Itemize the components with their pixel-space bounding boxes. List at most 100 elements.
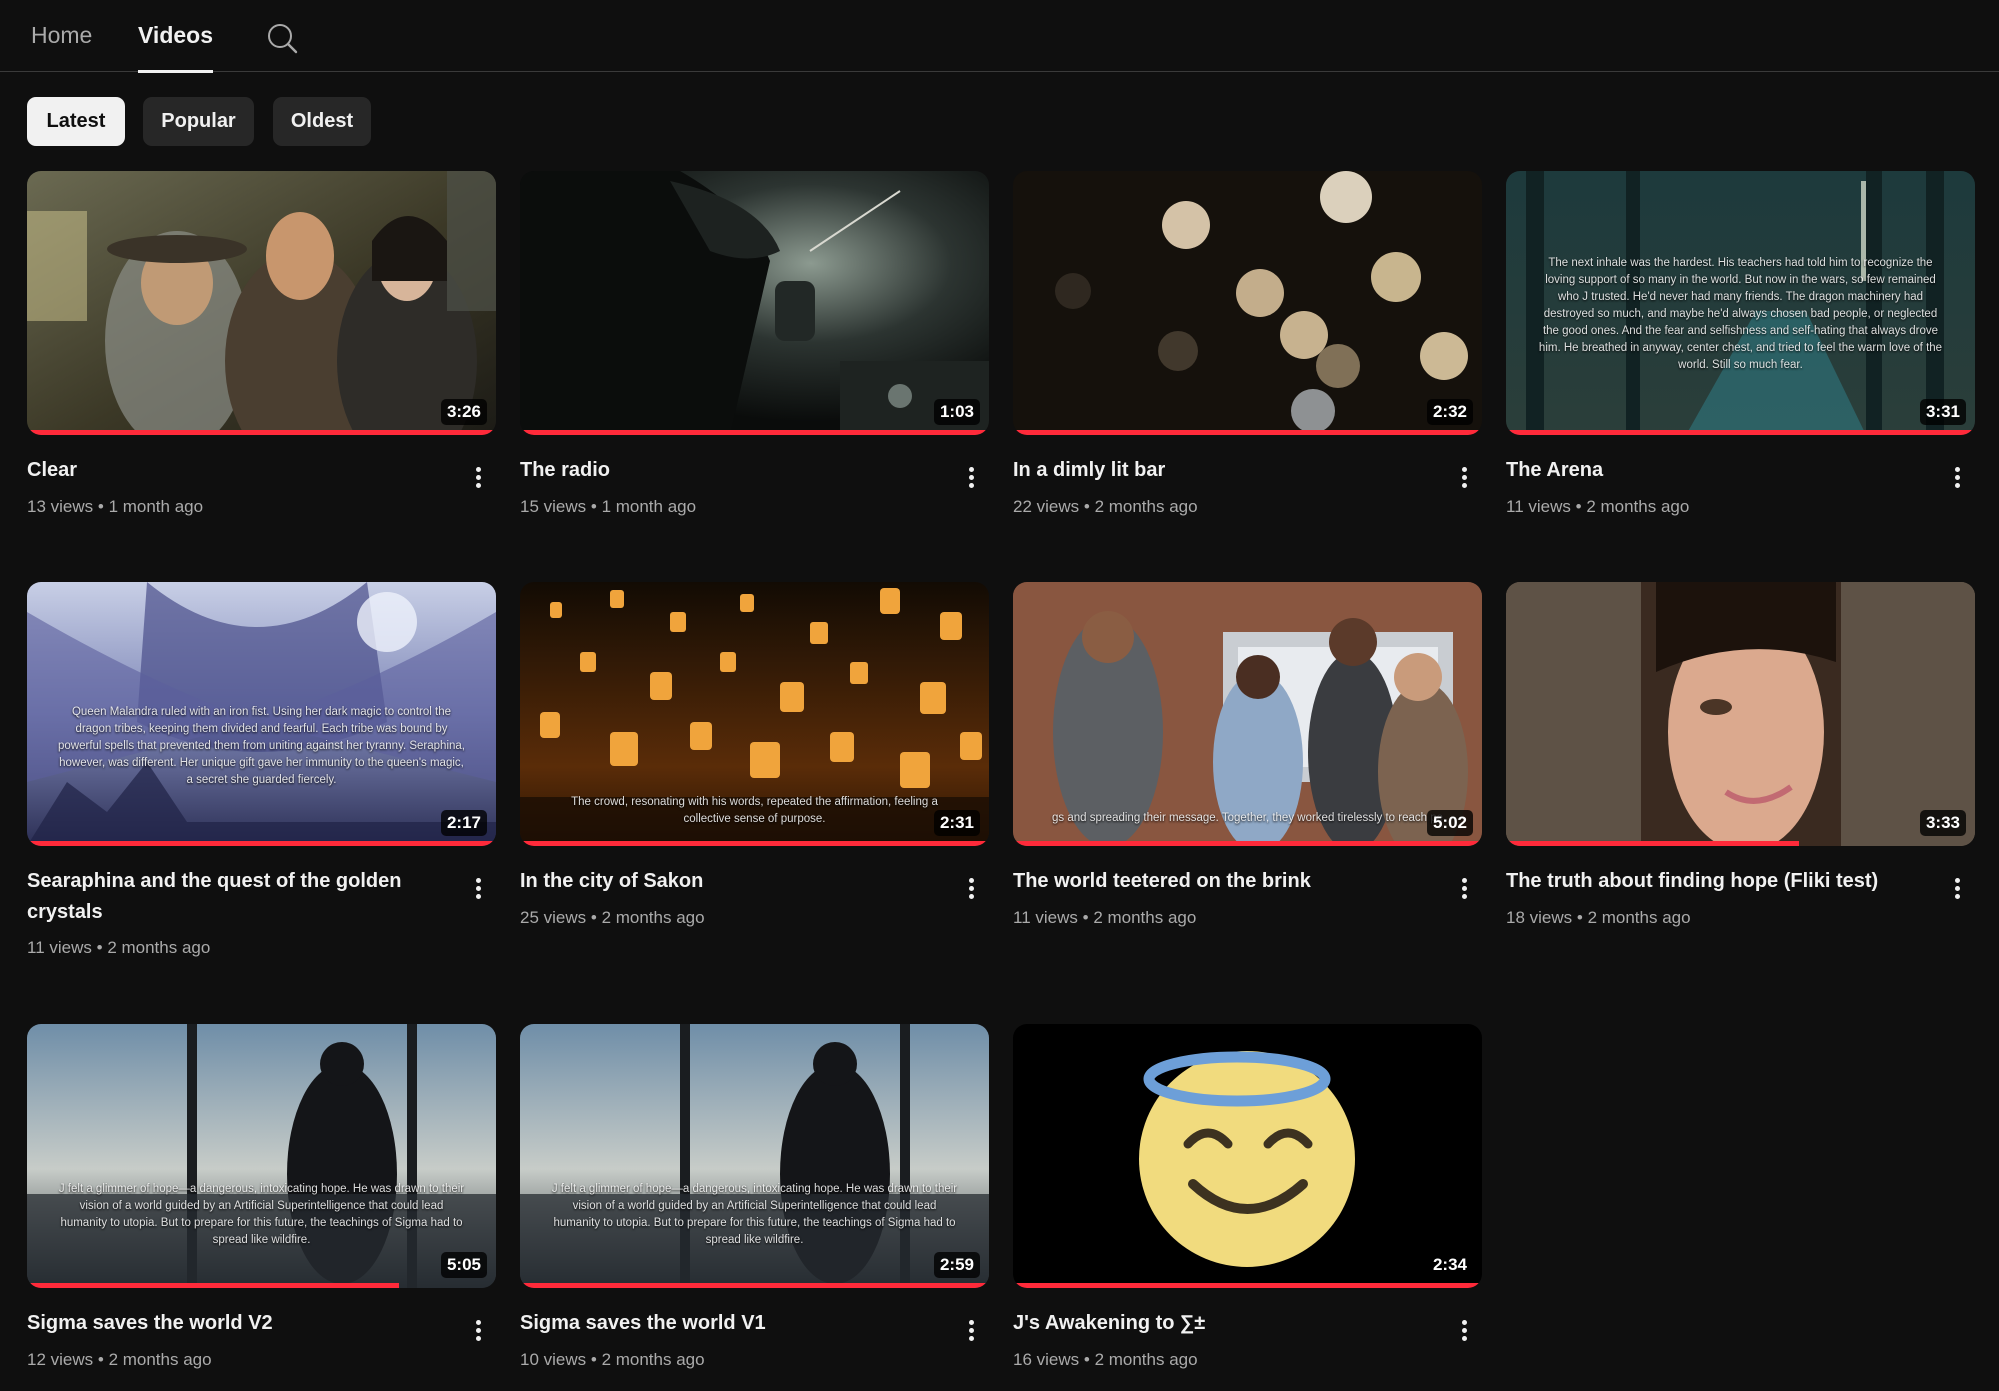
video-meta: 25 views • 2 months ago bbox=[520, 908, 705, 928]
view-count: 18 views bbox=[1506, 908, 1573, 927]
video-title[interactable]: Sigma saves the world V1 bbox=[520, 1308, 940, 1339]
search-button[interactable] bbox=[264, 20, 300, 56]
watch-progress-bar bbox=[27, 1283, 399, 1288]
video-title[interactable]: The Arena bbox=[1506, 455, 1926, 486]
video-title[interactable]: Searaphina and the quest of the golden c… bbox=[27, 866, 447, 928]
watch-progress-bar bbox=[27, 430, 496, 435]
meta-separator: • bbox=[590, 1350, 597, 1369]
video-duration: 3:31 bbox=[1919, 399, 1966, 425]
view-count: 11 views bbox=[1013, 908, 1078, 927]
view-count: 16 views bbox=[1013, 1350, 1080, 1369]
thumbnail-image bbox=[27, 171, 496, 435]
meta-separator: • bbox=[590, 497, 597, 516]
thumbnail-caption: gs and spreading their message. Together… bbox=[1051, 812, 1443, 824]
watch-progress-bar bbox=[1506, 430, 1975, 435]
video-thumbnail[interactable]: gs and spreading their message. Together… bbox=[1013, 582, 1482, 846]
upload-age: 2 months ago bbox=[1587, 908, 1691, 927]
watch-progress-bar bbox=[1013, 430, 1482, 435]
video-title[interactable]: The radio bbox=[520, 455, 940, 486]
upload-age: 2 months ago bbox=[601, 908, 705, 927]
view-count: 15 views bbox=[520, 497, 587, 516]
meta-separator: • bbox=[1083, 1350, 1090, 1369]
video-title[interactable]: The truth about finding hope (Fliki test… bbox=[1506, 866, 1926, 897]
video-duration: 2:17 bbox=[440, 810, 487, 836]
video-title[interactable]: The world teetered on the brink bbox=[1013, 866, 1433, 897]
video-thumbnail[interactable]: Queen Malandra ruled with an iron fist. … bbox=[27, 582, 496, 846]
view-count: 13 views bbox=[27, 497, 94, 516]
upload-age: 2 months ago bbox=[1586, 497, 1690, 516]
watch-progress-bar bbox=[520, 1283, 989, 1288]
tab-home[interactable]: Home bbox=[31, 22, 92, 72]
upload-age: 2 months ago bbox=[1093, 908, 1197, 927]
video-duration: 2:31 bbox=[933, 810, 980, 836]
video-meta: 11 views • 2 months ago bbox=[1506, 497, 1689, 517]
thumbnail-caption: J felt a glimmer of hope—a dangerous, in… bbox=[58, 1183, 465, 1246]
thumbnail-caption: The next inhale was the hardest. His tea… bbox=[1538, 257, 1943, 371]
thumbnail-image bbox=[1013, 1024, 1482, 1288]
video-thumbnail[interactable]: The next inhale was the hardest. His tea… bbox=[1506, 171, 1975, 435]
video-title[interactable]: In the city of Sakon bbox=[520, 866, 940, 897]
more-options-button[interactable] bbox=[960, 1316, 984, 1346]
more-options-button[interactable] bbox=[467, 874, 491, 904]
video-title[interactable]: J's Awakening to ∑± bbox=[1013, 1308, 1433, 1339]
upload-age: 2 months ago bbox=[108, 1350, 212, 1369]
video-meta: 22 views • 2 months ago bbox=[1013, 497, 1198, 517]
upload-age: 2 months ago bbox=[1094, 1350, 1198, 1369]
thumbnail-image bbox=[520, 171, 989, 435]
view-count: 10 views bbox=[520, 1350, 587, 1369]
view-count: 25 views bbox=[520, 908, 587, 927]
upload-age: 2 months ago bbox=[1094, 497, 1198, 516]
more-options-button[interactable] bbox=[1946, 463, 1970, 493]
video-duration: 2:34 bbox=[1426, 1252, 1473, 1278]
search-icon bbox=[268, 24, 298, 54]
view-count: 11 views bbox=[27, 938, 92, 957]
meta-separator: • bbox=[1083, 497, 1090, 516]
thumbnail-caption: The crowd, resonating with his words, re… bbox=[571, 796, 938, 825]
video-duration: 2:32 bbox=[1426, 399, 1473, 425]
chip-popular[interactable]: Popular bbox=[143, 97, 254, 146]
video-thumbnail[interactable]: 3:26 bbox=[27, 171, 496, 435]
more-options-button[interactable] bbox=[960, 463, 984, 493]
video-thumbnail[interactable]: J felt a glimmer of hope—a dangerous, in… bbox=[27, 1024, 496, 1288]
more-options-button[interactable] bbox=[1453, 874, 1477, 904]
meta-separator: • bbox=[1575, 497, 1582, 516]
video-thumbnail[interactable]: 2:32 bbox=[1013, 171, 1482, 435]
more-options-button[interactable] bbox=[1453, 463, 1477, 493]
more-options-button[interactable] bbox=[467, 1316, 491, 1346]
watch-progress-bar bbox=[1013, 841, 1482, 846]
video-thumbnail[interactable]: 3:33 bbox=[1506, 582, 1975, 846]
video-thumbnail[interactable]: J felt a glimmer of hope—a dangerous, in… bbox=[520, 1024, 989, 1288]
video-title[interactable]: Sigma saves the world V2 bbox=[27, 1308, 447, 1339]
watch-progress-bar bbox=[1506, 841, 1799, 846]
video-duration: 3:26 bbox=[440, 399, 487, 425]
video-thumbnail[interactable]: 1:03 bbox=[520, 171, 989, 435]
upload-age: 1 month ago bbox=[601, 497, 697, 516]
meta-separator: • bbox=[1576, 908, 1583, 927]
video-meta: 12 views • 2 months ago bbox=[27, 1350, 212, 1370]
more-options-button[interactable] bbox=[467, 463, 491, 493]
upload-age: 2 months ago bbox=[107, 938, 211, 957]
video-title[interactable]: Clear bbox=[27, 455, 447, 486]
video-title[interactable]: In a dimly lit bar bbox=[1013, 455, 1433, 486]
video-thumbnail[interactable]: The crowd, resonating with his words, re… bbox=[520, 582, 989, 846]
chip-latest[interactable]: Latest bbox=[27, 97, 125, 146]
video-meta: 15 views • 1 month ago bbox=[520, 497, 696, 517]
more-options-button[interactable] bbox=[1453, 1316, 1477, 1346]
meta-separator: • bbox=[1082, 908, 1089, 927]
video-thumbnail[interactable]: 2:34 bbox=[1013, 1024, 1482, 1288]
meta-separator: • bbox=[97, 1350, 104, 1369]
video-meta: 11 views • 2 months ago bbox=[27, 938, 210, 958]
thumbnail-image bbox=[1013, 582, 1482, 846]
video-meta: 16 views • 2 months ago bbox=[1013, 1350, 1198, 1370]
more-options-button[interactable] bbox=[1946, 874, 1970, 904]
tab-videos[interactable]: Videos bbox=[138, 22, 213, 73]
thumbnail-caption: Queen Malandra ruled with an iron fist. … bbox=[58, 706, 465, 786]
watch-progress-bar bbox=[520, 841, 989, 846]
chip-oldest[interactable]: Oldest bbox=[273, 97, 371, 146]
thumbnail-caption: J felt a glimmer of hope—a dangerous, in… bbox=[551, 1183, 958, 1246]
video-duration: 3:33 bbox=[1919, 810, 1966, 836]
view-count: 22 views bbox=[1013, 497, 1080, 516]
video-meta: 11 views • 2 months ago bbox=[1013, 908, 1196, 928]
upload-age: 2 months ago bbox=[601, 1350, 705, 1369]
more-options-button[interactable] bbox=[960, 874, 984, 904]
